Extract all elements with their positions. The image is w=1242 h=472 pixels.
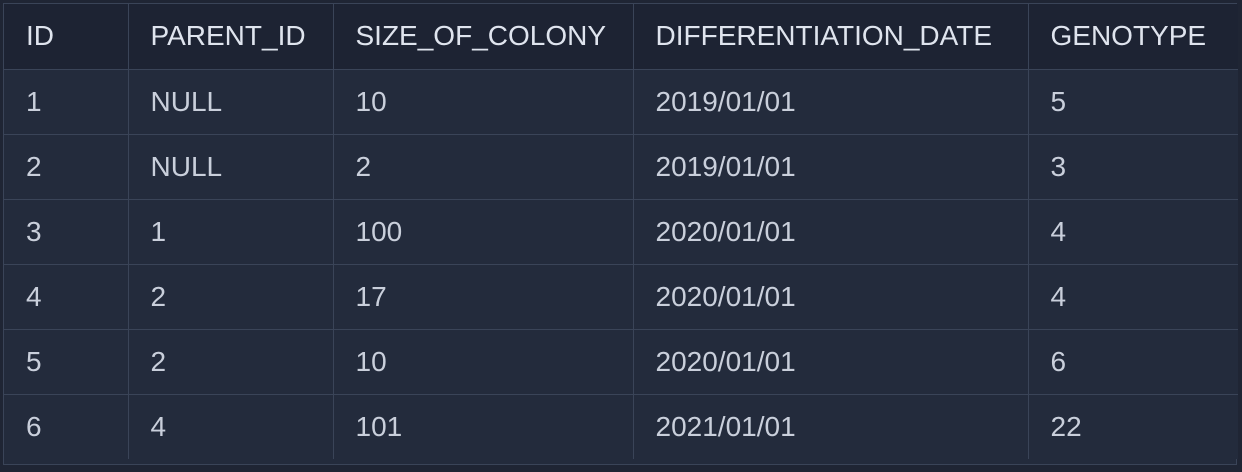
cell-parent-id: NULL (128, 134, 334, 200)
cell-parent-id: 1 (128, 199, 334, 265)
cell-parent-id: 2 (128, 329, 334, 395)
column-header-parent-id[interactable]: PARENT_ID (128, 4, 334, 70)
table-row[interactable]: 1 NULL 10 2019/01/01 5 (4, 69, 1238, 135)
cell-genotype: 4 (1028, 264, 1238, 330)
cell-differentiation-date: 2019/01/01 (633, 134, 1029, 200)
cell-id: 2 (4, 134, 129, 200)
cell-parent-id: 2 (128, 264, 334, 330)
cell-id: 6 (4, 394, 129, 459)
cell-id: 3 (4, 199, 129, 265)
table-header-row: ID PARENT_ID SIZE_OF_COLONY DIFFERENTIAT… (4, 4, 1238, 70)
column-header-genotype[interactable]: GENOTYPE (1028, 4, 1238, 70)
table-row[interactable]: 3 1 100 2020/01/01 4 (4, 199, 1238, 265)
cell-differentiation-date: 2020/01/01 (633, 329, 1029, 395)
cell-genotype: 6 (1028, 329, 1238, 395)
result-table: ID PARENT_ID SIZE_OF_COLONY DIFFERENTIAT… (4, 4, 1238, 459)
column-header-differentiation-date[interactable]: DIFFERENTIATION_DATE (633, 4, 1029, 70)
result-table-container: ID PARENT_ID SIZE_OF_COLONY DIFFERENTIAT… (3, 3, 1238, 465)
table-row[interactable]: 4 2 17 2020/01/01 4 (4, 264, 1238, 330)
column-header-size-of-colony[interactable]: SIZE_OF_COLONY (333, 4, 634, 70)
cell-size-of-colony: 2 (333, 134, 634, 200)
cell-size-of-colony: 100 (333, 199, 634, 265)
cell-size-of-colony: 101 (333, 394, 634, 459)
cell-genotype: 5 (1028, 69, 1238, 135)
table-row[interactable]: 2 NULL 2 2019/01/01 3 (4, 134, 1238, 200)
cell-size-of-colony: 10 (333, 329, 634, 395)
cell-size-of-colony: 10 (333, 69, 634, 135)
cell-id: 5 (4, 329, 129, 395)
cell-id: 1 (4, 69, 129, 135)
cell-genotype: 3 (1028, 134, 1238, 200)
cell-differentiation-date: 2019/01/01 (633, 69, 1029, 135)
table-row[interactable]: 6 4 101 2021/01/01 22 (4, 394, 1238, 459)
cell-parent-id: 4 (128, 394, 334, 459)
cell-id: 4 (4, 264, 129, 330)
cell-size-of-colony: 17 (333, 264, 634, 330)
cell-differentiation-date: 2021/01/01 (633, 394, 1029, 459)
cell-genotype: 4 (1028, 199, 1238, 265)
table-row[interactable]: 5 2 10 2020/01/01 6 (4, 329, 1238, 395)
cell-differentiation-date: 2020/01/01 (633, 199, 1029, 265)
cell-genotype: 22 (1050, 410, 1082, 442)
cell-parent-id: NULL (128, 69, 334, 135)
column-header-id[interactable]: ID (4, 4, 129, 70)
cell-differentiation-date: 2020/01/01 (633, 264, 1029, 330)
